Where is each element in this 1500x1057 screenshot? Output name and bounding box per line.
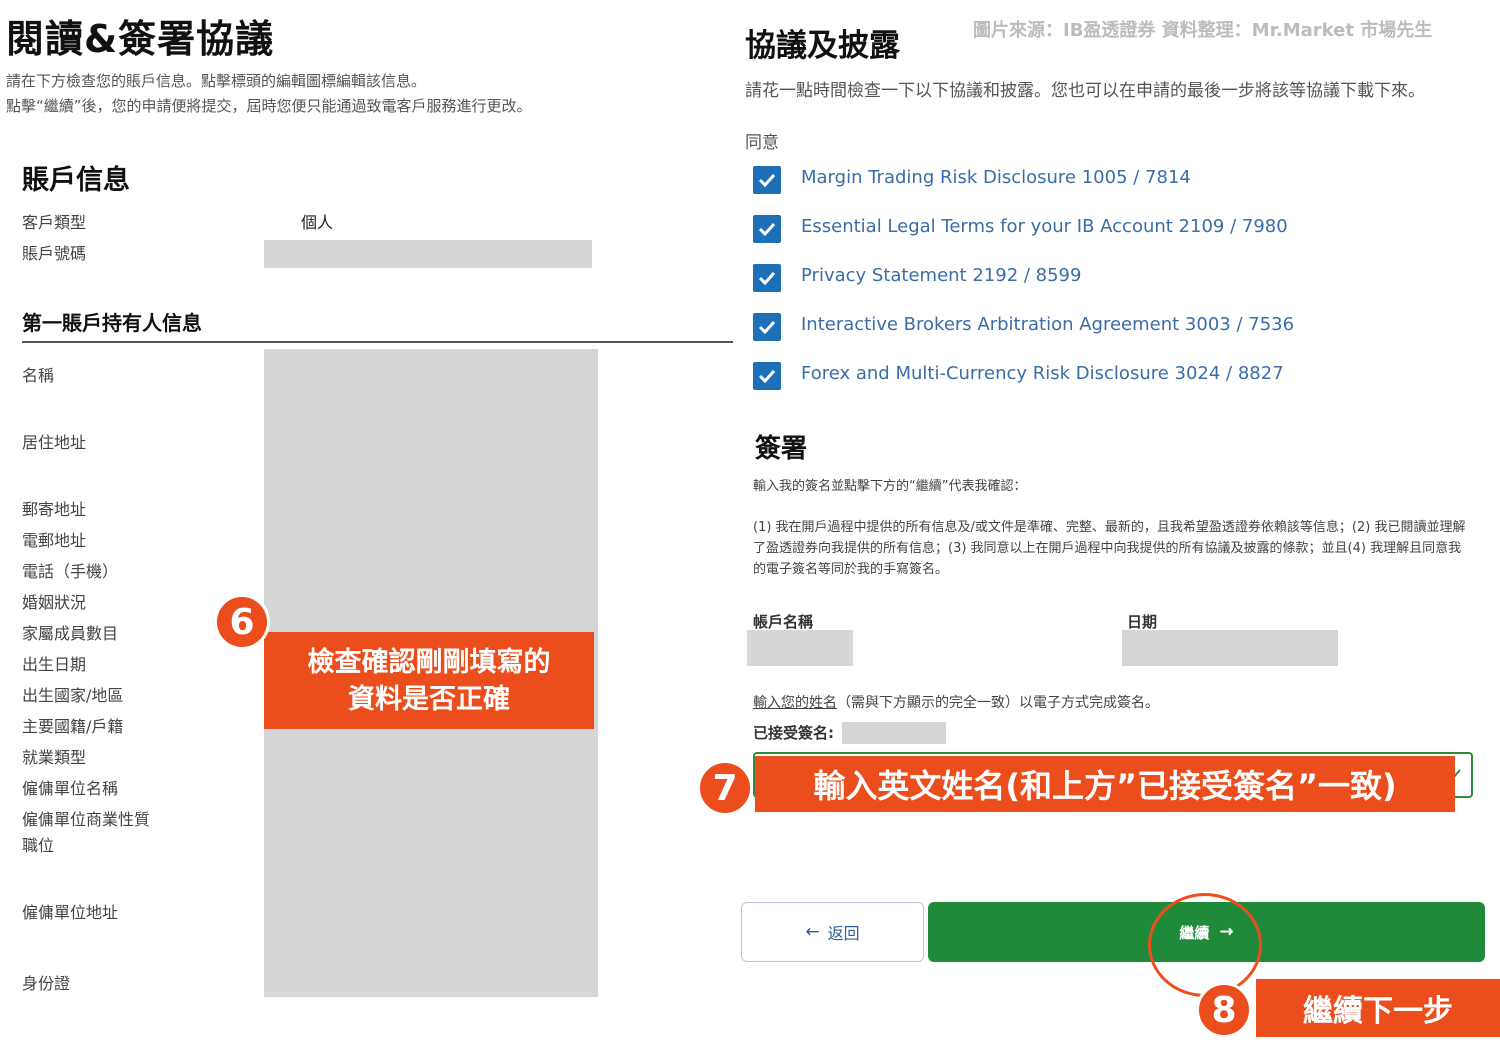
annotation-6-badge: 6 [214,594,270,650]
signature-intro: 輸入我的簽名並點擊下方的“繼續”代表我確認： [753,479,1027,494]
back-button-label: 返回 [827,924,860,943]
field-label-dependents: 家屬成員數目 [22,624,119,643]
agreements-description: 請花一點時間檢查一下以下協議和披露。您也可以在申請的最後一步將該等協議下載下來。 [745,81,1425,101]
signature-legal-text: (1) 我在開戶過程中提供的所有信息及/或文件是準確、完整、最新的，且我希望盈透… [753,520,1466,577]
field-label-birth-date: 出生日期 [22,655,87,674]
field-label-marital-status: 婚姻狀況 [22,593,87,612]
agreement-link-4[interactable]: Interactive Brokers Arbitration Agreemen… [801,314,1294,335]
annotation-7-badge: 7 [697,760,753,816]
check-icon [758,271,776,285]
account-number-label: 賬戶號碼 [22,244,87,263]
account-name-redacted [747,630,853,666]
account-number-redacted [264,240,592,268]
account-name-label: 帳戶名稱 [753,613,814,631]
signature-heading: 簽署 [755,434,808,464]
continue-highlight-ring [1148,893,1262,997]
client-type-value: 個人 [301,213,334,232]
agreement-link-3[interactable]: Privacy Statement 2192 / 8599 [801,265,1081,286]
account-info-heading: 賬戶信息 [22,165,130,196]
page-title: 閱讀&簽署協議 [6,17,275,61]
agreement-checkbox-3[interactable] [753,264,781,292]
agreement-checkbox-1[interactable] [753,166,781,194]
agreement-checkbox-4[interactable] [753,313,781,341]
field-label-employment-type: 就業類型 [22,748,87,767]
section-divider [22,341,733,343]
input-name-instruction: 輸入您的姓名（需與下方顯示的完全一致）以電子方式完成簽名。 [753,692,1159,712]
check-icon [758,320,776,334]
field-label-nationality: 主要國籍/戶籍 [22,717,124,736]
agreement-checkbox-5[interactable] [753,362,781,390]
annotation-7-callout: 輸入英文姓名(和上方”已接受簽名”一致) [755,756,1455,812]
intro-line-2: 點擊“繼續”後，您的申請便將提交，屆時您便只能通過致電客戶服務進行更改。 [6,97,532,115]
agree-label: 同意 [745,133,779,153]
check-icon [758,369,776,383]
date-redacted [1122,630,1338,666]
agreement-link-5[interactable]: Forex and Multi-Currency Risk Disclosure… [801,363,1284,384]
input-name-link[interactable]: 輸入您的姓名 [753,695,837,711]
agreement-link-2[interactable]: Essential Legal Terms for your IB Accoun… [801,216,1288,237]
date-label: 日期 [1127,613,1158,631]
field-label-residential-address: 居住地址 [22,433,87,452]
check-icon [758,222,776,236]
field-label-name: 名稱 [22,366,55,385]
field-label-employer-business: 僱傭單位商業性質 [22,810,151,829]
annotation-8-badge: 8 [1196,982,1252,1038]
arrow-left-icon: ← [805,922,820,942]
image-source-credit: 圖片來源：IB盈透證券 資料整理：Mr.Market 市場先生 [973,20,1433,41]
intro-line-1: 請在下方檢查您的賬戶信息。點擊標頭的編輯圖標編輯該信息。 [6,72,427,90]
field-label-mailing-address: 郵寄地址 [22,500,87,519]
annotation-8-callout: 繼續下一步 [1256,979,1500,1037]
holder-info-heading: 第一賬戶持有人信息 [22,311,202,335]
field-label-id-card: 身份證 [22,974,71,993]
field-label-employer-name: 僱傭單位名稱 [22,779,119,798]
field-label-birth-country: 出生國家/地區 [22,686,124,705]
agreement-link-1[interactable]: Margin Trading Risk Disclosure 1005 / 78… [801,167,1191,188]
client-type-label: 客戶類型 [22,213,87,232]
annotation-6-line2: 資料是否正確 [348,683,510,715]
field-label-position: 職位 [22,836,55,855]
check-icon [758,173,776,187]
field-label-phone: 電話（手機） [22,562,119,581]
annotation-6-callout: 檢查確認剛剛填寫的 資料是否正確 [264,632,594,729]
back-button[interactable]: ← 返回 [741,902,924,962]
accepted-signature-label: 已接受簽名: [753,724,834,742]
field-label-employer-address: 僱傭單位地址 [22,903,119,922]
field-label-email: 電郵地址 [22,531,87,550]
agreements-title: 協議及披露 [745,28,900,64]
input-name-rest: （需與下方顯示的完全一致）以電子方式完成簽名。 [837,695,1159,711]
annotation-6-line1: 檢查確認剛剛填寫的 [307,646,551,678]
accepted-signature-redacted [842,722,946,744]
agreement-checkbox-2[interactable] [753,215,781,243]
